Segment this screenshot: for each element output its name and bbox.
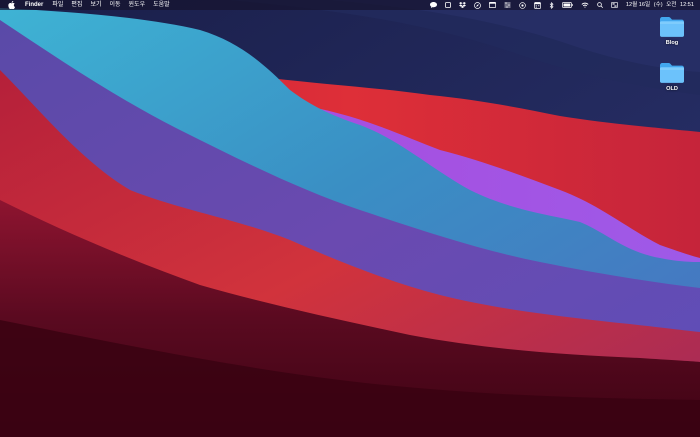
desktop-folder-blog[interactable]: Blog — [652, 16, 692, 46]
menu-bar-clock[interactable]: 12월 16일 (수) 오전 12:51 — [626, 0, 694, 10]
desktop-wallpaper — [0, 0, 700, 437]
clock-time: 12:51 — [680, 2, 694, 8]
menu-window[interactable]: 윈도우 — [129, 0, 146, 10]
menu-bar-right: 12월 16일 (수) 오전 12:51 — [422, 0, 694, 10]
desktop-folder-label: OLD — [666, 86, 678, 92]
menu-file[interactable]: 파일 — [52, 0, 63, 10]
desktop-folder-old[interactable]: OLD — [652, 62, 692, 92]
menu-bar-left: Finder 파일 편집 보기 이동 윈도우 도움말 — [8, 0, 178, 10]
control-center-icon[interactable] — [610, 0, 618, 10]
menu-app-finder[interactable]: Finder — [25, 0, 43, 10]
desktop[interactable]: Finder 파일 편집 보기 이동 윈도우 도움말 12월 16일 (수) 오… — [0, 0, 700, 437]
folder-icon — [660, 17, 684, 37]
square-icon[interactable] — [444, 0, 451, 10]
dropbox-icon[interactable] — [458, 0, 466, 10]
desktop-folder-label: Blog — [665, 40, 679, 46]
wifi-icon[interactable] — [581, 0, 589, 10]
apple-logo-icon[interactable] — [8, 1, 15, 9]
battery-icon[interactable] — [561, 0, 573, 10]
control-sliders-icon[interactable] — [504, 0, 511, 10]
chat-bubble-icon[interactable] — [429, 0, 437, 10]
menu-edit[interactable]: 편집 — [71, 0, 82, 10]
compass-icon[interactable] — [473, 0, 481, 10]
menu-go[interactable]: 이동 — [109, 0, 120, 10]
search-icon[interactable] — [597, 0, 603, 10]
menu-bar: Finder 파일 편집 보기 이동 윈도우 도움말 12월 16일 (수) 오… — [0, 0, 700, 10]
calendar-icon[interactable] — [533, 0, 541, 10]
folder-icon — [660, 63, 684, 83]
bluetooth-icon[interactable] — [549, 0, 554, 10]
clock-period: 오전 — [666, 2, 677, 8]
clock-date: 12월 16일 — [625, 2, 651, 8]
menu-view[interactable]: 보기 — [90, 0, 101, 10]
clock-weekday: (수) — [653, 2, 663, 8]
target-icon[interactable] — [519, 0, 526, 10]
menu-help[interactable]: 도움말 — [153, 0, 170, 10]
window-icon[interactable] — [488, 0, 496, 10]
